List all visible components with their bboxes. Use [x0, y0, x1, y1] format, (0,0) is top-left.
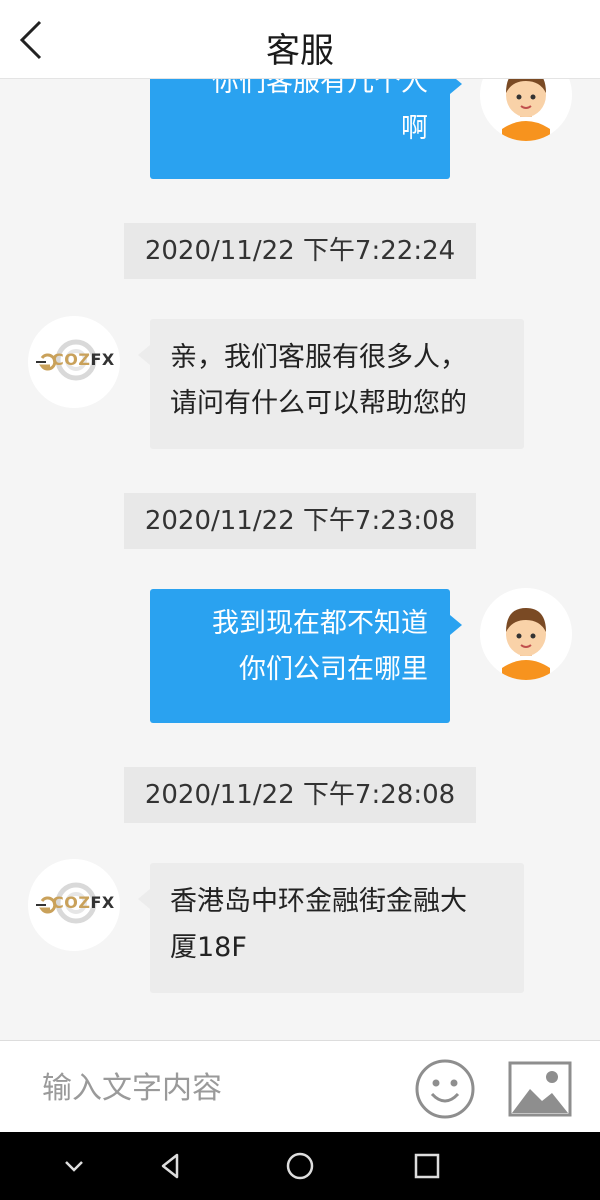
nav-home-icon[interactable] — [284, 1150, 316, 1182]
message-line: 亲，我们客服有很多人， — [170, 342, 467, 373]
brand-logo-text: COZFX — [52, 893, 115, 912]
timestamp-label: 2020/11/22 下午7:22:24 — [124, 223, 476, 279]
image-icon[interactable] — [508, 1061, 572, 1117]
message-line: 啊 — [401, 113, 428, 144]
message-input-bar — [0, 1040, 600, 1133]
timestamp-label: 2020/11/22 下午7:23:08 — [124, 493, 476, 549]
received-message-bubble[interactable]: 亲，我们客服有很多人， 请问有什么可以帮助您的 — [138, 319, 524, 449]
nav-back-icon[interactable] — [155, 1150, 187, 1182]
message-line: 我到现在都不知道 — [212, 608, 428, 639]
user-avatar[interactable] — [480, 79, 572, 141]
smiley-icon[interactable] — [414, 1058, 476, 1120]
message-line: 请问有什么可以帮助您的 — [170, 388, 467, 419]
message-line: 你们客服有几个人 — [212, 79, 428, 98]
message-line: 香港岛中环金融街金融大 — [170, 886, 467, 917]
top-bar: 客服 — [0, 0, 600, 79]
boy-avatar-icon — [480, 588, 572, 680]
user-avatar[interactable] — [480, 588, 572, 680]
nav-recents-icon[interactable] — [411, 1150, 443, 1182]
agent-avatar[interactable]: COZFX — [28, 859, 120, 951]
message-line: 你们公司在哪里 — [239, 654, 428, 685]
message-line: 厦18F — [170, 932, 247, 963]
agent-avatar[interactable]: COZFX — [28, 316, 120, 408]
chat-message-list[interactable]: 你们客服有几个人 啊 2020/11/22 下午7:22:24 COZFX 亲，… — [0, 79, 600, 1039]
boy-avatar-icon — [480, 79, 572, 141]
timestamp-label: 2020/11/22 下午7:28:08 — [124, 767, 476, 823]
sent-message-bubble[interactable]: 你们客服有几个人 啊 — [150, 79, 462, 179]
page-title: 客服 — [266, 31, 334, 71]
sent-message-bubble[interactable]: 我到现在都不知道 你们公司在哪里 — [150, 589, 462, 723]
received-message-bubble[interactable]: 香港岛中环金融街金融大 厦18F — [138, 863, 524, 993]
message-text-input[interactable] — [40, 1061, 384, 1115]
chevron-down-icon[interactable] — [58, 1150, 90, 1182]
system-navigation-bar — [0, 1132, 600, 1200]
brand-logo-text: COZFX — [52, 350, 115, 369]
